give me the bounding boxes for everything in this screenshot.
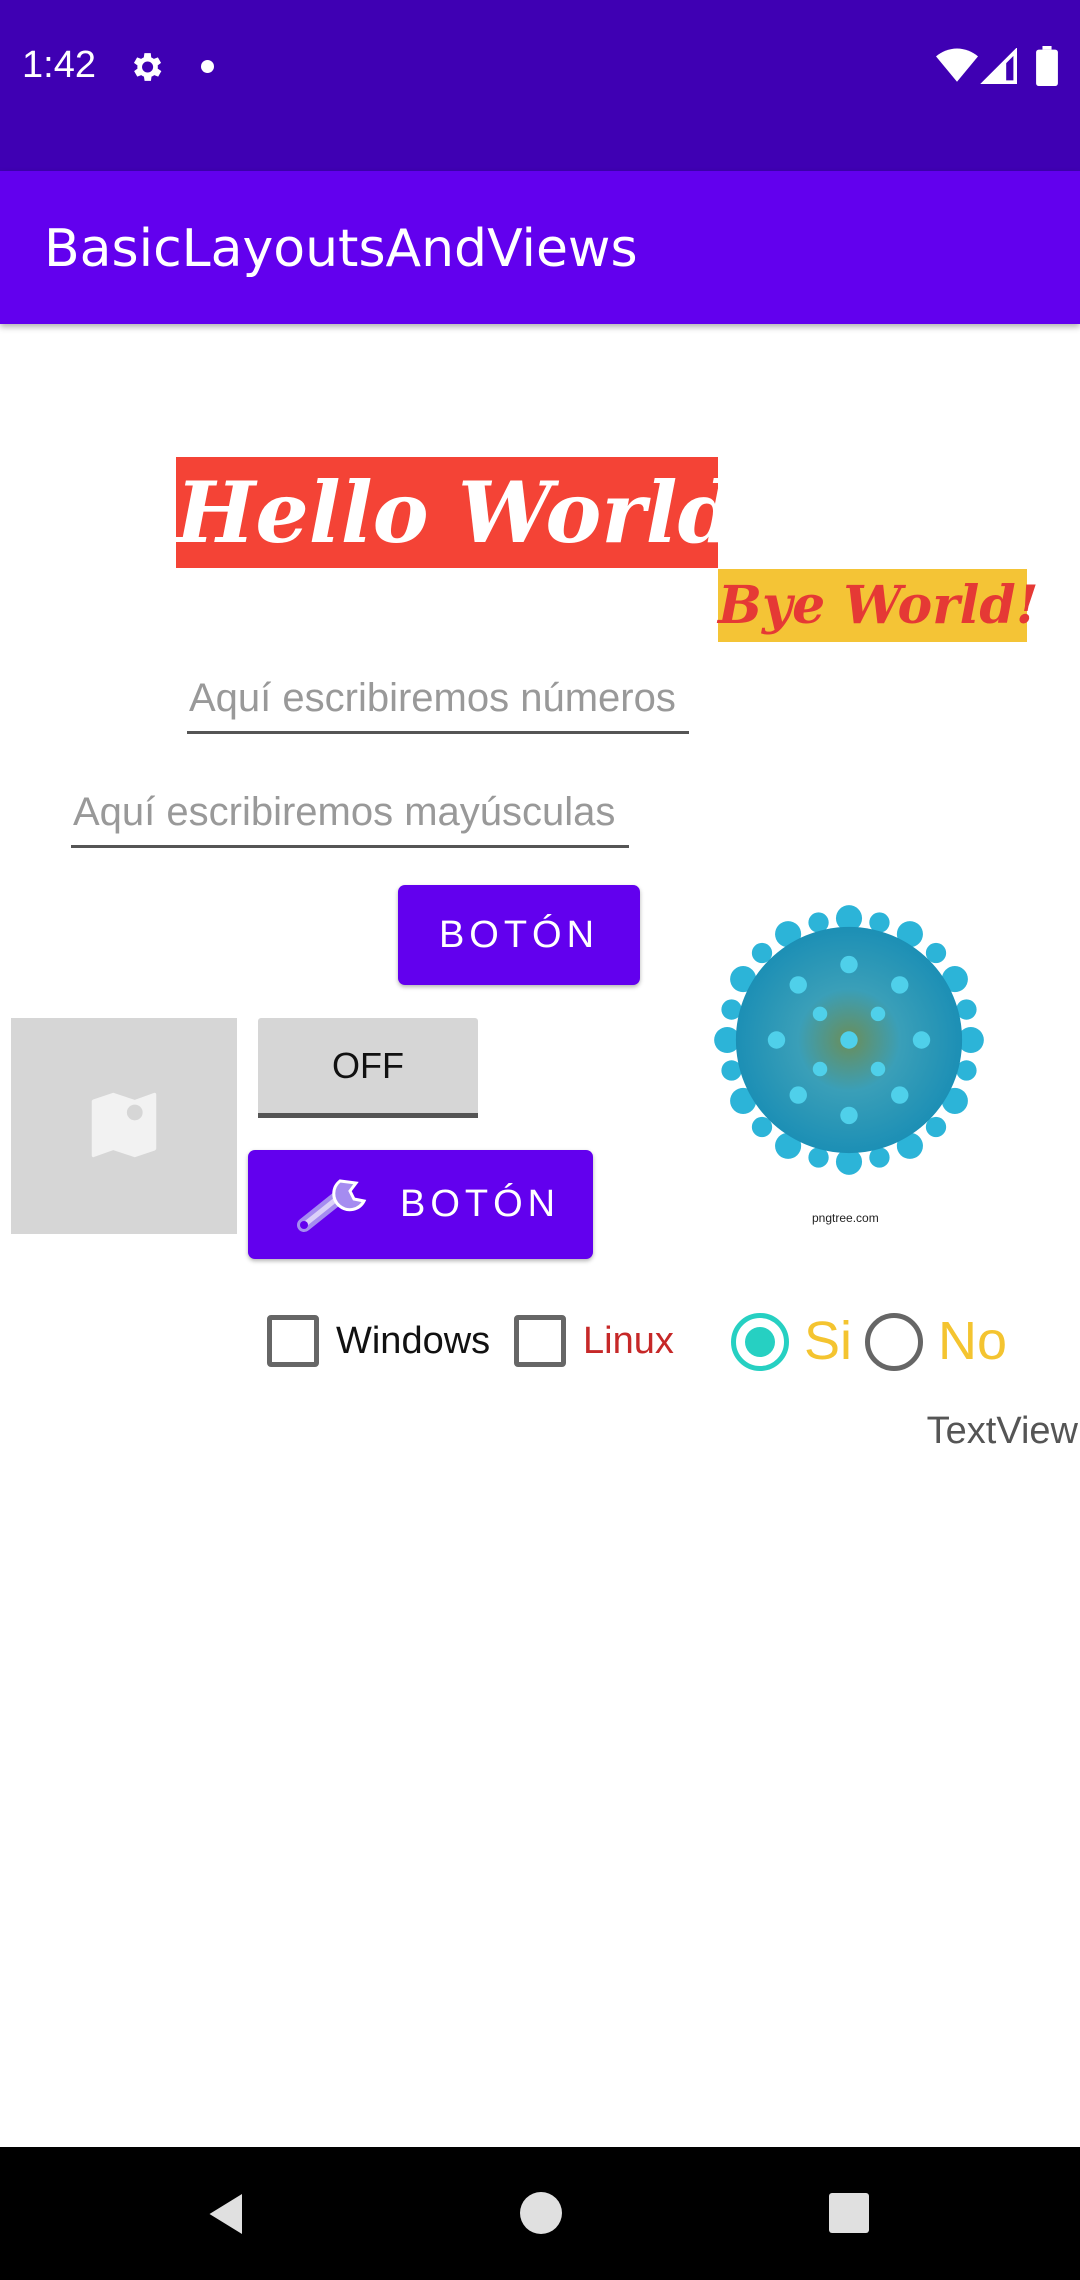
toggle-label: OFF xyxy=(332,1044,404,1086)
icon-button[interactable]: BOTÓN xyxy=(248,1150,593,1259)
wrench-icon xyxy=(297,1178,367,1232)
image-placeholder xyxy=(11,1018,237,1234)
battery-icon xyxy=(1036,46,1058,86)
map-icon xyxy=(91,1092,157,1158)
virus-image xyxy=(714,905,984,1175)
status-bar: 1:42 xyxy=(0,0,1080,171)
bye-world-text: Bye World! xyxy=(718,569,1039,642)
cell-signal-icon xyxy=(980,48,1017,84)
windows-checkbox[interactable] xyxy=(267,1315,319,1367)
gear-icon xyxy=(133,53,162,81)
linux-checkbox[interactable] xyxy=(514,1315,566,1367)
no-radio[interactable] xyxy=(865,1313,923,1371)
windows-checkbox-label[interactable]: Windows xyxy=(336,1312,490,1370)
recents-icon[interactable] xyxy=(829,2193,869,2233)
linux-checkbox-label[interactable]: Linux xyxy=(583,1312,674,1370)
navigation-bar xyxy=(0,2147,1080,2280)
primary-button[interactable]: BOTÓN xyxy=(398,885,640,985)
toggle-button[interactable]: OFF xyxy=(258,1018,478,1118)
app-bar: BasicLayoutsAndViews xyxy=(0,171,1080,324)
back-icon[interactable] xyxy=(202,2189,252,2239)
primary-button-label: BOTÓN xyxy=(438,913,600,956)
wifi-icon xyxy=(936,48,978,82)
si-radio-label[interactable]: Si xyxy=(804,1308,852,1374)
status-time: 1:42 xyxy=(22,44,96,86)
notification-dot-icon xyxy=(201,60,214,73)
hello-world-text: Hello World! xyxy=(176,457,773,568)
numbers-input[interactable] xyxy=(187,666,689,734)
si-radio[interactable] xyxy=(731,1313,789,1371)
image-caption: pngtree.com xyxy=(812,1211,879,1225)
home-icon[interactable] xyxy=(520,2192,562,2234)
uppercase-input[interactable] xyxy=(71,780,629,848)
icon-button-label: BOTÓN xyxy=(400,1183,561,1225)
app-title: BasicLayoutsAndViews xyxy=(44,219,638,279)
textview: TextView xyxy=(926,1410,1078,1452)
no-radio-label[interactable]: No xyxy=(938,1308,1007,1374)
